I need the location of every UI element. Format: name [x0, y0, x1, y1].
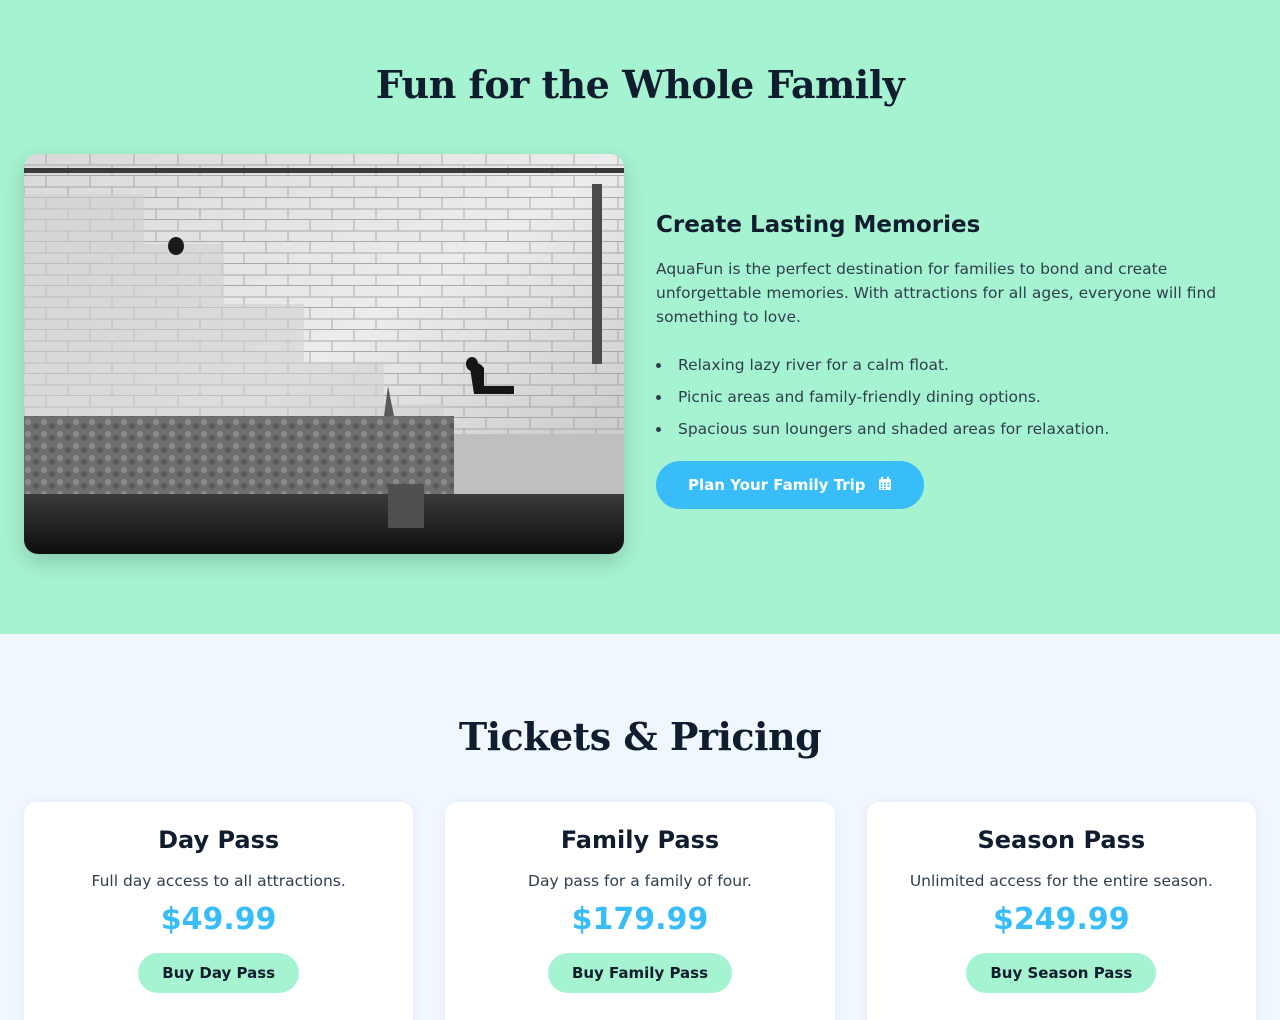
pricing-section: Tickets & Pricing Day Pass Full day acce…	[0, 634, 1280, 1020]
pricing-card-family-pass: Family Pass Day pass for a family of fou…	[445, 802, 835, 1020]
plan-price: $49.99	[160, 902, 277, 937]
river-steps-image	[24, 154, 624, 554]
family-description: AquaFun is the perfect destination for f…	[656, 260, 1217, 326]
buy-day-pass-button[interactable]: Buy Day Pass	[138, 953, 300, 993]
plan-name: Day Pass	[158, 826, 280, 854]
family-photo	[24, 154, 624, 554]
feature-item: Relaxing lazy river for a calm float.	[656, 353, 1256, 385]
pricing-card-day-pass: Day Pass Full day access to all attracti…	[24, 802, 414, 1020]
buy-season-pass-button[interactable]: Buy Season Pass	[966, 953, 1157, 993]
feature-list: Relaxing lazy river for a calm float. Pi…	[656, 353, 1256, 449]
feature-item: Picnic areas and family-friendly dining …	[656, 385, 1256, 417]
family-info: Create Lasting Memories AquaFun is the p…	[656, 212, 1256, 509]
feature-item: Spacious sun loungers and shaded areas f…	[656, 417, 1256, 449]
family-section: Fun for the Whole Family Create Lasting …	[0, 0, 1280, 634]
pricing-cards: Day Pass Full day access to all attracti…	[24, 802, 1256, 1020]
plan-name: Season Pass	[977, 826, 1146, 854]
plan-description: Day pass for a family of four.	[528, 872, 752, 890]
plan-price: $179.99	[571, 902, 709, 937]
family-section-title: Fun for the Whole Family	[375, 62, 905, 107]
plan-family-trip-button[interactable]: Plan Your Family Trip	[656, 461, 924, 509]
pricing-card-season-pass: Season Pass Unlimited access for the ent…	[866, 802, 1256, 1020]
calendar-icon	[878, 476, 892, 495]
pricing-section-title: Tickets & Pricing	[458, 714, 822, 759]
plan-description: Full day access to all attractions.	[91, 872, 346, 890]
plan-trip-label: Plan Your Family Trip	[688, 476, 866, 494]
plan-name: Family Pass	[560, 826, 720, 854]
plan-description: Unlimited access for the entire season.	[909, 872, 1213, 890]
buy-family-pass-button[interactable]: Buy Family Pass	[547, 953, 733, 993]
memories-heading: Create Lasting Memories	[656, 212, 981, 238]
plan-price: $249.99	[993, 902, 1130, 937]
